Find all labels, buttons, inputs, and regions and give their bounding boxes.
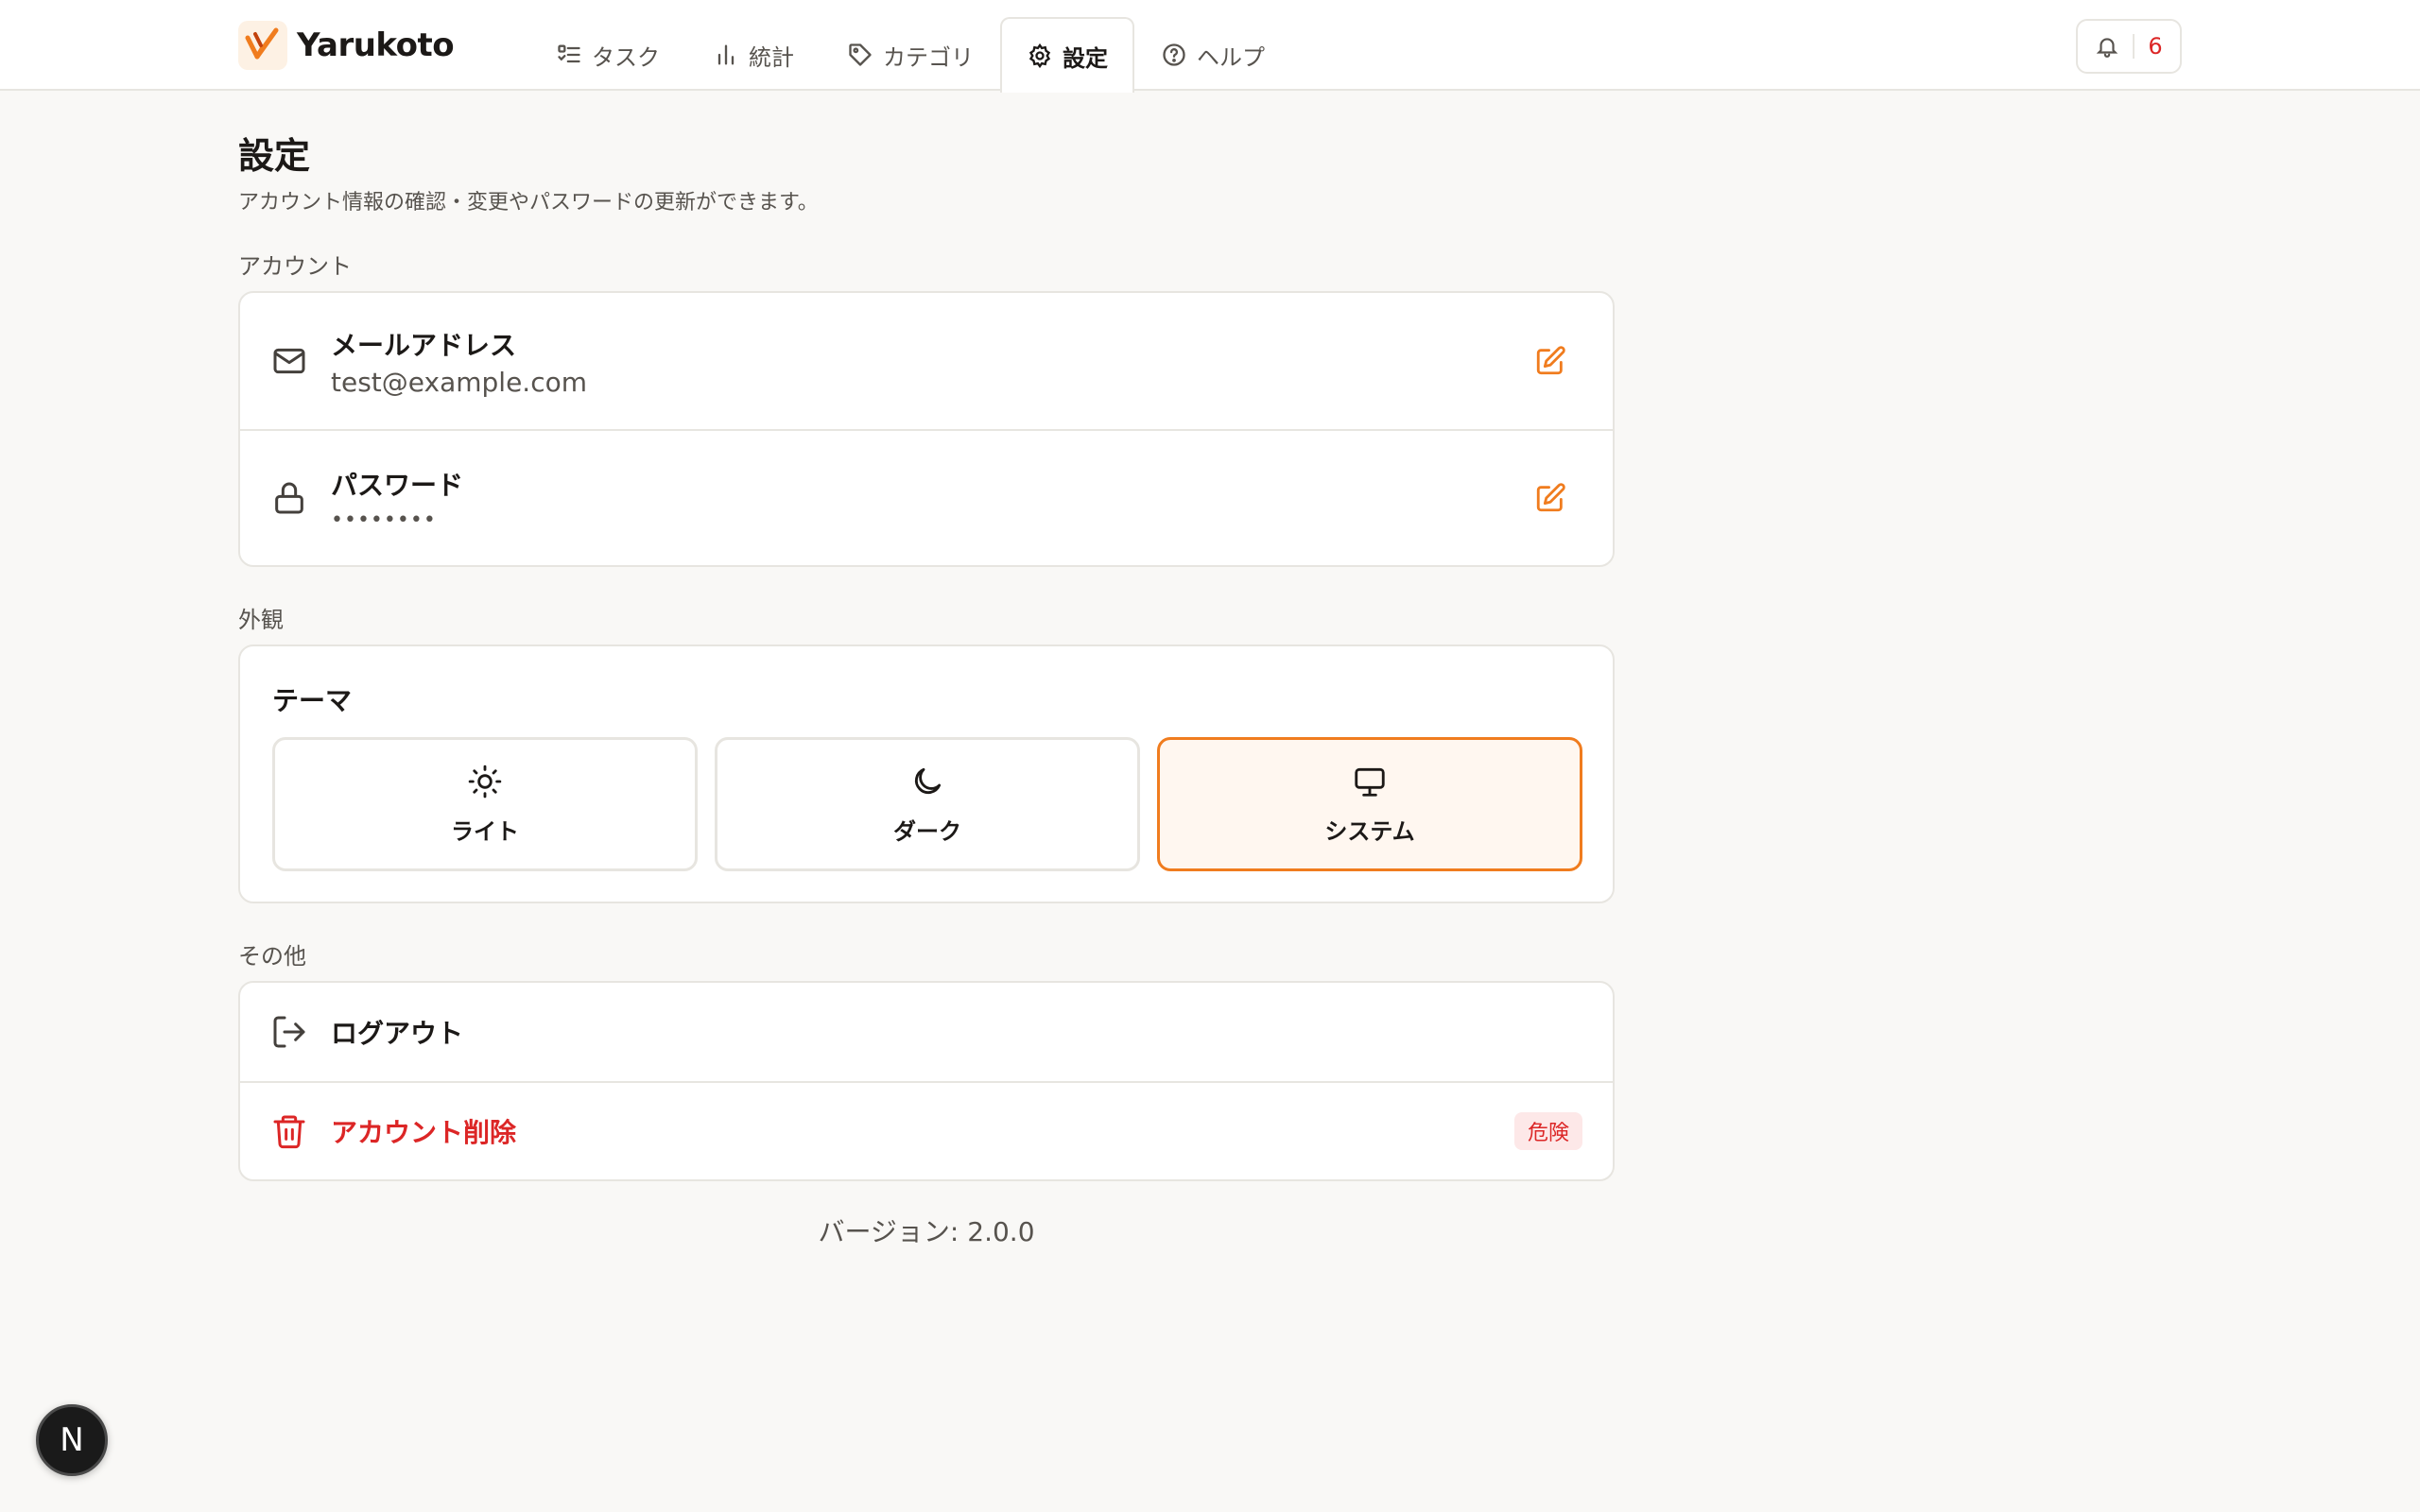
theme-option-label: システム — [1324, 817, 1415, 845]
app-logo[interactable]: Yarukoto — [238, 21, 455, 70]
help-circle-icon — [1163, 43, 1185, 66]
password-row: パスワード •••••••• — [240, 429, 1613, 565]
nav-tab-stats[interactable]: 統計 — [686, 17, 821, 91]
nav-tab-categories[interactable]: カテゴリ — [821, 17, 1000, 91]
nav-tab-tasks[interactable]: タスク — [529, 17, 686, 91]
edit-email-button[interactable] — [1531, 342, 1569, 380]
edit-icon — [1536, 346, 1565, 375]
password-text: パスワード •••••••• — [331, 465, 463, 532]
monitor-icon — [1355, 767, 1385, 797]
delete-account-text: アカウント削除 — [331, 1112, 516, 1150]
theme-option-system[interactable]: システム — [1157, 737, 1582, 871]
section-label-account: アカウント — [238, 253, 352, 280]
danger-badge: 危険 — [1513, 1112, 1582, 1150]
trash-icon — [270, 1112, 308, 1150]
nav-tab-label: タスク — [592, 43, 660, 71]
section-label-other: その他 — [238, 943, 306, 970]
theme-option-label: ライト — [451, 817, 519, 845]
edit-icon — [1536, 483, 1565, 512]
nav-tab-label: 統計 — [749, 43, 794, 71]
logout-text: ログアウト — [331, 1013, 463, 1051]
nav-tab-help[interactable]: ヘルプ — [1134, 17, 1291, 91]
appearance-card: テーマ ライト ダーク システム — [238, 644, 1615, 903]
logout-row[interactable]: ログアウト — [240, 983, 1613, 1081]
account-card: メールアドレス test@example.com パスワード •••••••• — [238, 291, 1615, 567]
edit-password-button[interactable] — [1531, 479, 1569, 517]
bar-chart-icon — [717, 44, 735, 65]
delete-account-row[interactable]: アカウント削除 危険 — [240, 1081, 1613, 1179]
email-title: メールアドレス — [331, 329, 517, 361]
nav-tab-label: 設定 — [1063, 44, 1108, 72]
theme-option-label: ダーク — [893, 817, 961, 845]
tag-icon — [849, 43, 872, 66]
other-card: ログアウト アカウント削除 危険 — [238, 981, 1615, 1181]
delete-account-label: アカウント削除 — [331, 1117, 517, 1148]
notification-count: 6 — [2148, 33, 2163, 60]
theme-options: ライト ダーク システム — [272, 737, 1582, 871]
version-label: バージョン: 2.0.0 — [818, 1216, 1035, 1247]
logout-icon — [270, 1013, 308, 1051]
nav-tab-settings[interactable]: 設定 — [1000, 17, 1134, 93]
logout-label: ログアウト — [331, 1018, 464, 1049]
section-label-appearance: 外観 — [238, 607, 284, 633]
nav-tab-label: ヘルプ — [1197, 43, 1265, 71]
lock-icon — [270, 479, 308, 517]
checkmark-logo-icon — [238, 21, 287, 70]
theme-option-light[interactable]: ライト — [272, 737, 698, 871]
page-description: アカウント情報の確認・変更やパスワードの更新ができます。 — [238, 191, 819, 215]
mail-icon — [270, 342, 308, 380]
email-row: メールアドレス test@example.com — [240, 293, 1613, 429]
password-value: •••••••• — [331, 507, 437, 532]
nav-tab-label: カテゴリ — [883, 43, 974, 71]
divider — [2133, 34, 2135, 59]
email-text: メールアドレス test@example.com — [331, 325, 587, 398]
email-value: test@example.com — [331, 366, 587, 398]
password-title: パスワード — [331, 469, 464, 501]
theme-option-dark[interactable]: ダーク — [715, 737, 1140, 871]
moon-icon — [914, 767, 942, 794]
notifications-button[interactable]: 6 — [2076, 19, 2182, 74]
bell-icon — [2097, 38, 2118, 58]
main-nav: タスク 統計 カテゴリ 設定 ヘルプ — [529, 17, 1291, 93]
page-title: 設定 — [238, 135, 311, 177]
theme-title: テーマ — [272, 685, 353, 716]
top-header: Yarukoto タスク 統計 カテゴリ 設定 ヘルプ 6 — [0, 0, 2420, 93]
dev-tools-button[interactable]: N — [36, 1404, 108, 1476]
sun-icon — [468, 765, 502, 798]
list-todo-icon — [558, 44, 580, 63]
app-name: Yarukoto — [297, 26, 455, 64]
gear-icon — [1028, 43, 1051, 69]
